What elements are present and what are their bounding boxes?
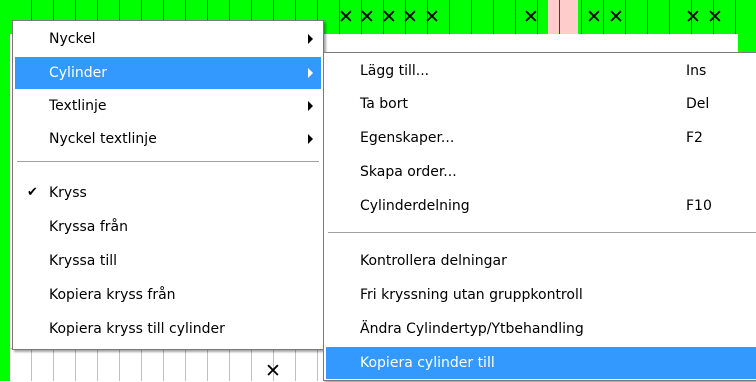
submenu-item-skapa-order[interactable]: Skapa order... (326, 156, 756, 188)
menu-item-label: Kopiera kryss från (49, 287, 176, 303)
submenu-item-andra-cylindertyp[interactable]: Ändra Cylindertyp/Ytbehandling (326, 313, 756, 345)
menu-item-label: Cylinderdelning (360, 198, 470, 214)
menu-item-kryssa-fran[interactable]: Kryssa från (15, 211, 321, 243)
menu-item-label: Fri kryssning utan gruppkontroll (360, 287, 583, 303)
cross-mark[interactable]: ✕ (379, 8, 399, 27)
menu-item-nyckel-textlinje[interactable]: Nyckel textlinje (15, 123, 321, 155)
menu-separator (328, 232, 756, 233)
grid-left-strip (0, 0, 10, 381)
menu-item-label: Kryssa till (49, 253, 117, 269)
cross-mark[interactable]: ✕ (683, 8, 703, 27)
shortcut-label: F2 (686, 130, 703, 146)
submenu-item-cylinderdelning[interactable]: Cylinderdelning F10 (326, 190, 756, 222)
cross-mark[interactable]: ✕ (400, 8, 420, 27)
menu-item-label: Lägg till... (360, 63, 430, 79)
submenu-item-lagg-till[interactable]: Lägg till... Ins (326, 55, 756, 87)
cross-mark[interactable]: ✕ (521, 8, 541, 27)
menu-item-label: Kryss (49, 185, 87, 201)
shortcut-label: Del (686, 96, 710, 112)
menu-item-kryssa-till[interactable]: Kryssa till (15, 245, 321, 277)
menu-item-label: Kopiera cylinder till (360, 355, 495, 371)
menu-item-kryss[interactable]: ✔ Kryss (15, 177, 321, 209)
shortcut-label: F10 (686, 198, 712, 214)
menu-item-label: Cylinder (49, 65, 107, 81)
menu-item-label: Textlinje (49, 98, 107, 114)
submenu-arrow-icon (308, 101, 313, 111)
menu-item-label: Egenskaper... (360, 130, 455, 146)
menu-item-label: Kontrollera delningar (360, 253, 507, 269)
menu-item-label: Nyckel (49, 31, 96, 47)
menu-item-label: Ta bort (360, 96, 408, 112)
menu-item-nyckel[interactable]: Nyckel (15, 23, 321, 55)
cross-mark[interactable]: ✕ (263, 362, 283, 381)
menu-item-label: Kryssa från (49, 219, 128, 235)
cross-mark[interactable]: ✕ (606, 8, 626, 27)
menu-separator (17, 161, 319, 162)
submenu-item-kopiera-cylinder-till[interactable]: Kopiera cylinder till (326, 347, 756, 379)
menu-item-kopiera-kryss-till-cylinder[interactable]: Kopiera kryss till cylinder (15, 313, 321, 345)
menu-item-textlinje[interactable]: Textlinje (15, 90, 321, 122)
cylinder-submenu: Lägg till... Ins Ta bort Del Egenskaper.… (323, 52, 756, 381)
shortcut-label: Ins (686, 63, 707, 79)
menu-item-label: Ändra Cylindertyp/Ytbehandling (360, 321, 584, 337)
grid-right-edge (738, 34, 756, 54)
menu-item-label: Kopiera kryss till cylinder (49, 321, 225, 337)
cross-mark[interactable]: ✕ (584, 8, 604, 27)
menu-item-kopiera-kryss-fran[interactable]: Kopiera kryss från (15, 279, 321, 311)
cross-mark[interactable]: ✕ (422, 8, 442, 27)
submenu-item-kontrollera-delningar[interactable]: Kontrollera delningar (326, 245, 756, 277)
cross-mark[interactable]: ✕ (357, 8, 377, 27)
cross-mark[interactable]: ✕ (336, 8, 356, 27)
menu-item-cylinder[interactable]: Cylinder (15, 57, 321, 89)
submenu-item-egenskaper[interactable]: Egenskaper... F2 (326, 122, 756, 154)
menu-item-label: Skapa order... (360, 164, 457, 180)
submenu-arrow-icon (308, 34, 313, 44)
submenu-item-ta-bort[interactable]: Ta bort Del (326, 88, 756, 120)
context-menu: Nyckel Cylinder Textlinje Nyckel textlin… (12, 20, 324, 350)
menu-item-label: Nyckel textlinje (49, 131, 157, 147)
submenu-arrow-icon (308, 68, 313, 78)
check-icon: ✔ (27, 185, 38, 200)
cross-mark[interactable]: ✕ (705, 8, 725, 27)
submenu-item-fri-kryssning[interactable]: Fri kryssning utan gruppkontroll (326, 279, 756, 311)
submenu-arrow-icon (308, 134, 313, 144)
